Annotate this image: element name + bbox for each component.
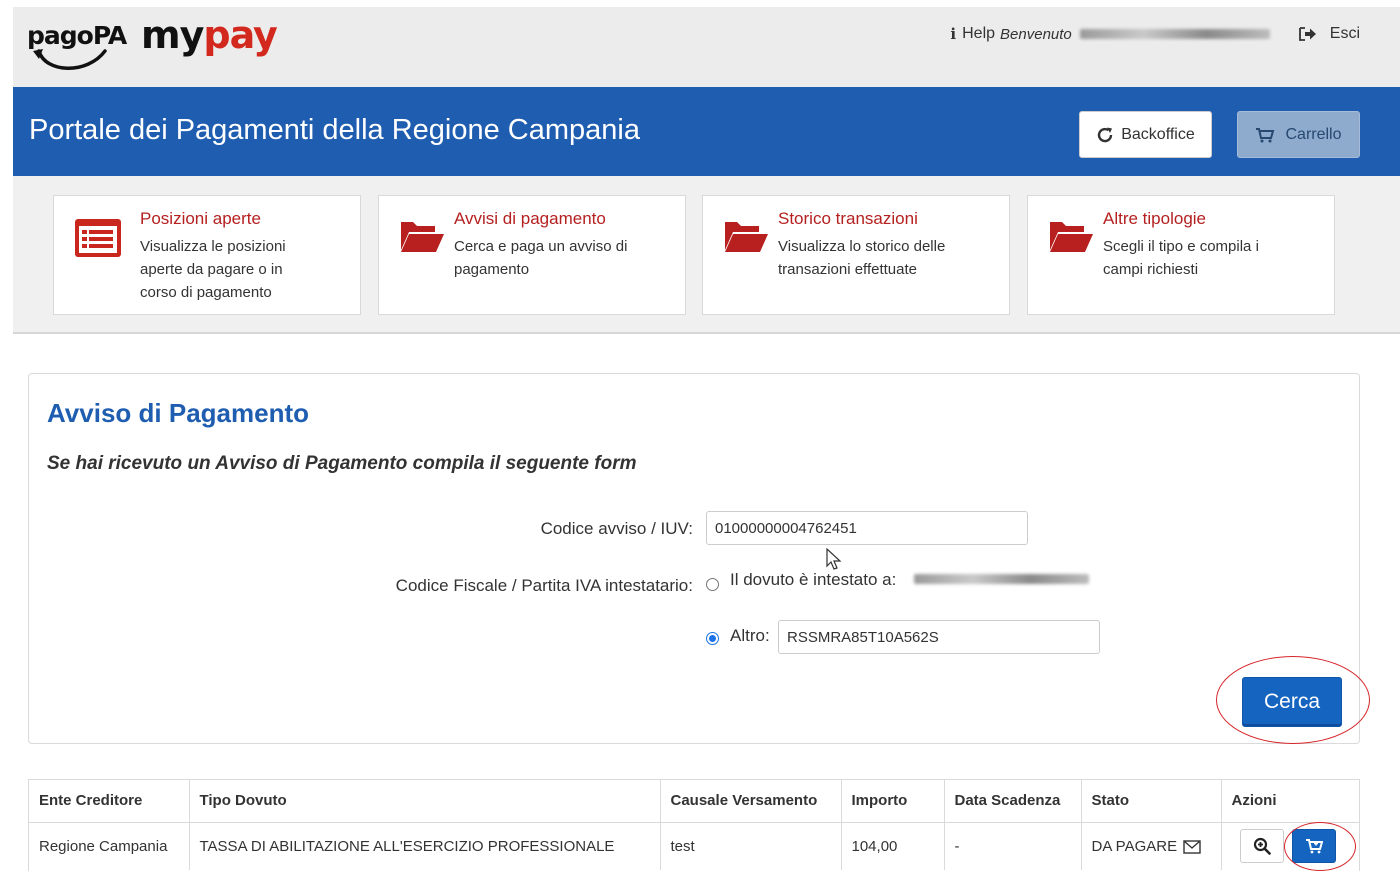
card-desc: Scegli il tipo e compila i campi richies…: [1103, 238, 1259, 278]
signout-link[interactable]: Esci: [1298, 25, 1360, 43]
table-row: Regione Campania TASSA DI ABILITAZIONE A…: [29, 822, 1359, 870]
results-table: Ente Creditore Tipo Dovuto Causale Versa…: [28, 779, 1360, 871]
mypay-logo-my: my: [141, 13, 204, 57]
pagopa-logo-text: pagoPA: [27, 21, 127, 50]
carrello-label: Carrello: [1285, 125, 1342, 143]
card-desc: Visualizza le posizioni aperte da pagare…: [140, 238, 286, 301]
codice-fiscale-label: Codice Fiscale / Partita IVA intestatari…: [395, 576, 693, 595]
mypay-logo-pay: pay: [203, 13, 277, 57]
portal-header: Portale dei Pagamenti della Regione Camp…: [13, 87, 1400, 176]
altro-codice-fiscale-input[interactable]: RSSMRA85T10A562S: [778, 620, 1100, 654]
column-header: Importo: [841, 780, 945, 823]
card-title: Storico transazioni: [778, 209, 918, 228]
envelope-icon[interactable]: [1183, 840, 1201, 854]
column-header: Causale Versamento: [660, 780, 842, 823]
intestatario-name-redacted: [914, 574, 1089, 584]
card-title: Avvisi di pagamento: [454, 209, 606, 228]
cell-scadenza: -: [944, 822, 1082, 870]
radio-intestato[interactable]: [706, 578, 719, 591]
cell-importo: 104,00: [841, 822, 945, 870]
intestato-label: Il dovuto è intestato a:: [730, 570, 897, 589]
cell-azioni: [1221, 822, 1359, 870]
refresh-icon: [1098, 127, 1113, 142]
avviso-form-panel: Avviso di Pagamento Se hai ricevuto un A…: [28, 373, 1360, 744]
folder-open-icon: [1048, 218, 1094, 259]
codice-avviso-label: Codice avviso / IUV:: [540, 519, 693, 538]
table-header-row: Ente Creditore Tipo Dovuto Causale Versa…: [29, 780, 1359, 823]
cell-ente: Regione Campania: [29, 822, 190, 870]
card-title: Altre tipologie: [1103, 209, 1207, 228]
carrello-button[interactable]: Carrello: [1237, 111, 1360, 158]
user-name-redacted: [1079, 29, 1270, 39]
top-bar: pagoPA mypay i Help Benvenuto Esci: [13, 7, 1400, 87]
column-header: Ente Creditore: [29, 780, 190, 823]
portal-title: Portale dei Pagamenti della Regione Camp…: [29, 114, 640, 146]
help-link[interactable]: Help: [962, 25, 995, 43]
pagopa-logo[interactable]: pagoPA: [27, 21, 127, 70]
cell-stato: DA PAGARE: [1081, 822, 1222, 870]
form-subtitle: Se hai ricevuto un Avviso di Pagamento c…: [47, 453, 637, 474]
mouse-cursor-icon: [826, 548, 842, 570]
cerca-button[interactable]: Cerca: [1242, 677, 1342, 727]
user-area: i Help Benvenuto Esci: [950, 25, 1360, 43]
radio-altro[interactable]: [706, 632, 719, 645]
card-posizioni-aperte[interactable]: Posizioni aperte Visualizza le posizioni…: [53, 195, 361, 315]
cell-causale: test: [660, 822, 842, 870]
form-title: Avviso di Pagamento: [47, 398, 309, 428]
mypay-logo[interactable]: mypay: [141, 13, 278, 57]
card-desc: Cerca e paga un avviso di pagamento: [454, 238, 628, 278]
info-icon: i: [950, 25, 957, 43]
card-title: Posizioni aperte: [140, 209, 261, 228]
backoffice-button[interactable]: Backoffice: [1079, 111, 1212, 158]
altro-label: Altro:: [730, 626, 770, 645]
view-detail-button[interactable]: [1239, 829, 1284, 864]
column-header: Stato: [1081, 780, 1222, 823]
signout-label: Esci: [1329, 25, 1360, 42]
cart-plus-icon: [1305, 839, 1323, 854]
welcome-label: Benvenuto: [1000, 25, 1072, 43]
codice-avviso-input[interactable]: 01000000004762451: [706, 511, 1028, 545]
column-header: Data Scadenza: [944, 780, 1082, 823]
add-to-cart-button[interactable]: [1291, 829, 1336, 864]
sign-out-icon: [1298, 27, 1316, 41]
zoom-in-icon: [1253, 838, 1271, 856]
cell-tipo: TASSA DI ABILITAZIONE ALL'ESERCIZIO PROF…: [189, 822, 661, 870]
nav-cards-area: Posizioni aperte Visualizza le posizioni…: [13, 176, 1400, 334]
cart-icon: [1256, 127, 1275, 142]
pagopa-logo-swoosh: [33, 49, 107, 70]
list-icon: [74, 218, 122, 263]
card-altre-tipologie[interactable]: Altre tipologie Scegli il tipo e compila…: [1027, 195, 1335, 315]
column-header: Tipo Dovuto: [189, 780, 661, 823]
backoffice-label: Backoffice: [1121, 125, 1195, 143]
folder-open-icon: [399, 218, 445, 259]
card-avvisi-pagamento[interactable]: Avvisi di pagamento Cerca e paga un avvi…: [378, 195, 686, 315]
column-header: Azioni: [1221, 780, 1359, 823]
card-desc: Visualizza lo storico delle transazioni …: [778, 238, 946, 278]
folder-open-icon: [723, 218, 769, 259]
stato-label: DA PAGARE: [1091, 837, 1178, 855]
card-storico-transazioni[interactable]: Storico transazioni Visualizza lo storic…: [702, 195, 1010, 315]
